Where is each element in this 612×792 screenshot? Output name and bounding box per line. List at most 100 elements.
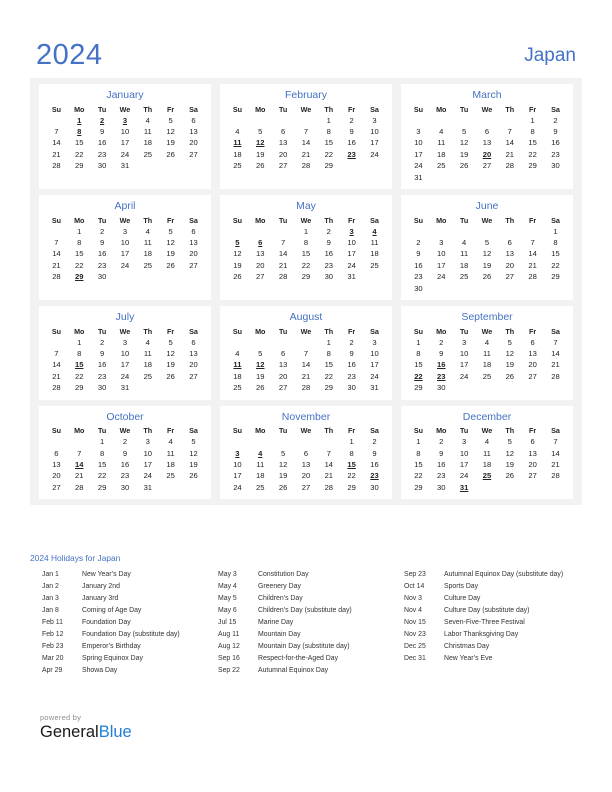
day-cell[interactable]: 10 <box>226 459 249 470</box>
day-cell[interactable]: 28 <box>544 471 567 482</box>
day-cell[interactable]: 30 <box>91 271 114 282</box>
day-cell[interactable]: 23 <box>407 271 430 282</box>
day-cell[interactable]: 8 <box>407 348 430 359</box>
day-cell[interactable]: 11 <box>363 237 386 248</box>
day-cell[interactable]: 26 <box>453 160 476 171</box>
day-cell[interactable]: 21 <box>295 371 318 382</box>
day-cell[interactable]: 21 <box>272 260 295 271</box>
day-cell[interactable]: 5 <box>272 448 295 459</box>
day-cell-holiday[interactable]: 3 <box>114 115 137 126</box>
day-cell[interactable]: 30 <box>363 482 386 493</box>
day-cell[interactable]: 19 <box>498 360 521 371</box>
day-cell[interactable]: 1 <box>68 337 91 348</box>
month-card-april[interactable]: April Su Mo Tu We Th Fr Sa 1 2 3 4 5 6 7 8 9 10 11 12 13 14 15… <box>39 195 211 300</box>
day-cell[interactable]: 5 <box>476 237 499 248</box>
day-cell[interactable]: 1 <box>407 436 430 447</box>
day-cell[interactable]: 4 <box>226 348 249 359</box>
day-cell[interactable]: 7 <box>295 126 318 137</box>
day-cell[interactable]: 2 <box>363 436 386 447</box>
day-cell[interactable]: 25 <box>226 382 249 393</box>
day-cell[interactable]: 26 <box>498 471 521 482</box>
day-cell[interactable]: 10 <box>363 126 386 137</box>
day-cell[interactable]: 15 <box>295 249 318 260</box>
day-cell[interactable]: 7 <box>45 348 68 359</box>
day-cell[interactable]: 6 <box>272 348 295 359</box>
day-cell[interactable]: 13 <box>295 459 318 470</box>
day-cell[interactable]: 21 <box>45 371 68 382</box>
day-cell[interactable]: 14 <box>521 249 544 260</box>
day-cell[interactable]: 14 <box>295 138 318 149</box>
day-cell[interactable]: 25 <box>430 160 453 171</box>
day-cell[interactable]: 7 <box>498 126 521 137</box>
day-cell[interactable]: 8 <box>91 448 114 459</box>
day-cell[interactable]: 28 <box>317 482 340 493</box>
day-cell[interactable]: 31 <box>114 382 137 393</box>
day-cell-holiday[interactable]: 12 <box>249 360 272 371</box>
day-cell[interactable]: 14 <box>272 249 295 260</box>
day-cell[interactable]: 29 <box>91 482 114 493</box>
day-cell[interactable]: 30 <box>114 482 137 493</box>
day-cell[interactable]: 27 <box>498 271 521 282</box>
day-cell[interactable]: 2 <box>544 115 567 126</box>
day-cell[interactable]: 19 <box>453 149 476 160</box>
day-cell[interactable]: 29 <box>521 160 544 171</box>
day-cell[interactable]: 26 <box>159 149 182 160</box>
day-cell[interactable]: 6 <box>182 115 205 126</box>
day-cell[interactable]: 9 <box>544 126 567 137</box>
day-cell-holiday[interactable]: 29 <box>68 271 91 282</box>
day-cell[interactable]: 11 <box>476 348 499 359</box>
day-cell[interactable]: 20 <box>521 360 544 371</box>
day-cell[interactable]: 1 <box>68 226 91 237</box>
day-cell[interactable]: 9 <box>91 237 114 248</box>
day-cell[interactable]: 25 <box>136 149 159 160</box>
day-cell[interactable]: 20 <box>249 260 272 271</box>
day-cell[interactable]: 31 <box>114 160 137 171</box>
day-cell[interactable]: 24 <box>453 371 476 382</box>
day-cell[interactable]: 22 <box>544 260 567 271</box>
day-cell-holiday[interactable]: 22 <box>407 371 430 382</box>
day-cell[interactable]: 22 <box>407 471 430 482</box>
day-cell[interactable]: 24 <box>430 271 453 282</box>
day-cell[interactable]: 15 <box>544 249 567 260</box>
day-cell[interactable]: 27 <box>45 482 68 493</box>
day-cell[interactable]: 29 <box>407 382 430 393</box>
day-cell[interactable]: 2 <box>340 337 363 348</box>
day-cell[interactable]: 11 <box>136 348 159 359</box>
day-cell[interactable]: 9 <box>340 126 363 137</box>
day-cell[interactable]: 26 <box>476 271 499 282</box>
day-cell[interactable]: 26 <box>272 482 295 493</box>
day-cell[interactable]: 11 <box>430 138 453 149</box>
day-cell[interactable]: 30 <box>544 160 567 171</box>
day-cell[interactable]: 8 <box>68 237 91 248</box>
day-cell[interactable]: 28 <box>544 371 567 382</box>
day-cell[interactable]: 4 <box>476 337 499 348</box>
day-cell[interactable]: 29 <box>317 382 340 393</box>
day-cell[interactable]: 9 <box>430 348 453 359</box>
day-cell[interactable]: 2 <box>91 226 114 237</box>
day-cell[interactable]: 4 <box>453 237 476 248</box>
day-cell[interactable]: 14 <box>45 249 68 260</box>
day-cell[interactable]: 26 <box>159 371 182 382</box>
day-cell[interactable]: 29 <box>544 271 567 282</box>
day-cell[interactable]: 27 <box>272 382 295 393</box>
day-cell[interactable]: 24 <box>363 371 386 382</box>
day-cell[interactable]: 29 <box>68 160 91 171</box>
day-cell[interactable]: 3 <box>453 436 476 447</box>
day-cell[interactable]: 26 <box>226 271 249 282</box>
day-cell[interactable]: 20 <box>182 138 205 149</box>
day-cell[interactable]: 20 <box>45 471 68 482</box>
day-cell[interactable]: 9 <box>114 448 137 459</box>
day-cell[interactable]: 5 <box>159 226 182 237</box>
day-cell[interactable]: 28 <box>68 482 91 493</box>
day-cell[interactable]: 3 <box>136 436 159 447</box>
day-cell[interactable]: 1 <box>407 337 430 348</box>
day-cell[interactable]: 13 <box>498 249 521 260</box>
day-cell[interactable]: 31 <box>363 382 386 393</box>
day-cell[interactable]: 15 <box>407 360 430 371</box>
day-cell[interactable]: 14 <box>45 360 68 371</box>
day-cell[interactable]: 7 <box>521 237 544 248</box>
day-cell[interactable]: 14 <box>317 459 340 470</box>
day-cell[interactable]: 26 <box>249 382 272 393</box>
day-cell-holiday[interactable]: 15 <box>68 360 91 371</box>
day-cell[interactable]: 28 <box>295 382 318 393</box>
